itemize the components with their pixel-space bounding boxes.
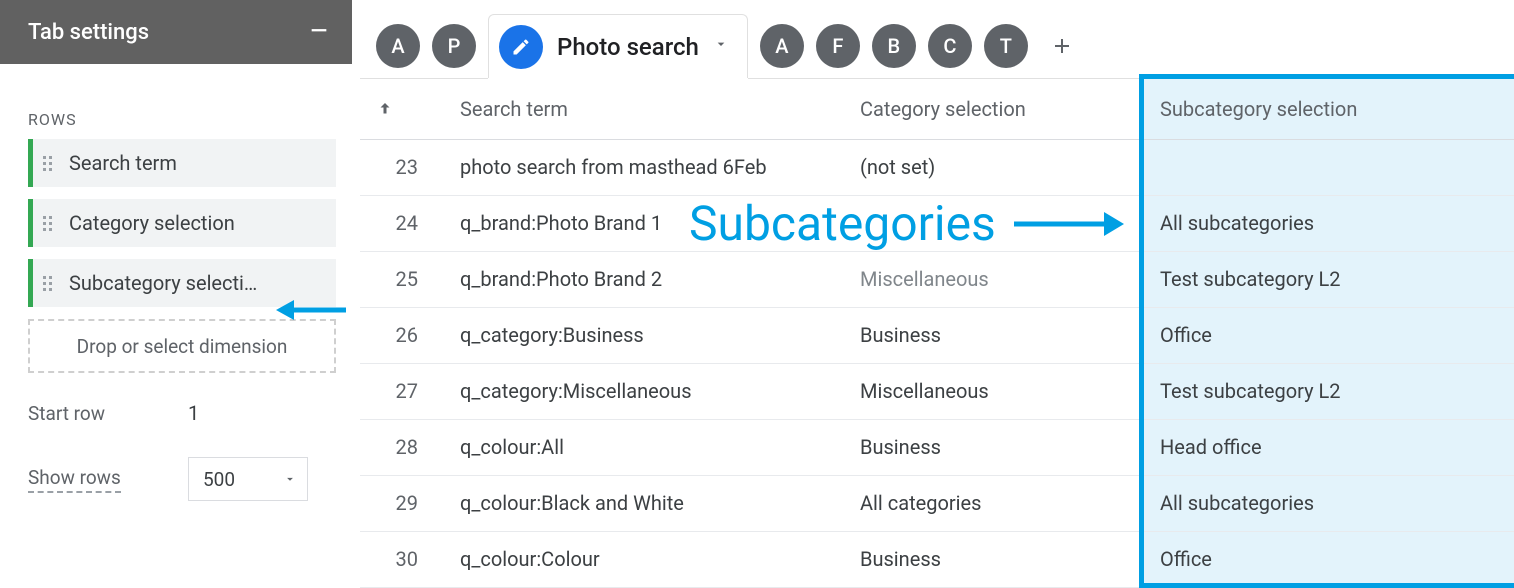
row-chip-search-term[interactable]: Search term — [28, 139, 336, 187]
table-row[interactable]: 28q_colour:AllBusinessHead office — [360, 419, 1514, 475]
cell-subcategory: Office — [1144, 307, 1514, 363]
cell-category: Miscellaneous — [844, 251, 1144, 307]
cell-category: Business — [844, 531, 1144, 587]
drop-zone-label: Drop or select dimension — [77, 335, 288, 358]
col-header-search-term[interactable]: Search term — [444, 79, 844, 139]
tab-circle[interactable]: F — [816, 24, 860, 68]
sidebar-title: Tab settings — [28, 20, 149, 45]
row-index: 24 — [360, 195, 444, 251]
cell-subcategory: All subcategories — [1144, 475, 1514, 531]
table-row[interactable]: 24q_brand:Photo Brand 1 All subcategories — [360, 195, 1514, 251]
cell-category: (not set) — [844, 139, 1144, 195]
start-row-value[interactable]: 1 — [188, 401, 199, 425]
tab-circle[interactable]: P — [432, 24, 476, 68]
table-row[interactable]: 26q_category:BusinessBusinessOffice — [360, 307, 1514, 363]
row-index: 26 — [360, 307, 444, 363]
table-row[interactable]: 27q_category:MiscellaneousMiscellaneousT… — [360, 363, 1514, 419]
cell-search-term: q_colour:Black and White — [444, 475, 844, 531]
col-header-subcategory[interactable]: Subcategory selection — [1144, 79, 1514, 139]
cell-category — [844, 195, 1144, 251]
annotation-arrow-sidebar — [276, 294, 346, 331]
start-row-field: Start row 1 — [0, 401, 352, 425]
cell-search-term: q_brand:Photo Brand 1 — [444, 195, 844, 251]
sidebar-header[interactable]: Tab settings — [0, 0, 352, 64]
cell-category: Miscellaneous — [844, 363, 1144, 419]
show-rows-value: 500 — [203, 468, 235, 491]
active-tab-label: Photo search — [557, 33, 699, 61]
cell-category: All categories — [844, 475, 1144, 531]
cell-subcategory: All subcategories — [1144, 195, 1514, 251]
col-header-category[interactable]: Category selection — [844, 79, 1144, 139]
active-tab-photo-search[interactable]: Photo search — [488, 14, 748, 78]
pencil-icon — [499, 25, 543, 69]
table-row[interactable]: 23photo search from masthead 6Feb(not se… — [360, 139, 1514, 195]
collapse-icon[interactable] — [308, 17, 330, 47]
cell-search-term: q_colour:Colour — [444, 531, 844, 587]
show-rows-label: Show rows — [28, 466, 188, 493]
table-header-row: Search term Category selection Subcatego… — [360, 79, 1514, 139]
rows-section-label: ROWS — [0, 64, 352, 139]
table-row[interactable]: 25q_brand:Photo Brand 2MiscellaneousTest… — [360, 251, 1514, 307]
row-chip-category-selection[interactable]: Category selection — [28, 199, 336, 247]
tab-circle[interactable]: T — [984, 24, 1028, 68]
cell-subcategory: Test subcategory L2 — [1144, 251, 1514, 307]
cell-subcategory: Test subcategory L2 — [1144, 363, 1514, 419]
chevron-down-icon — [283, 472, 297, 486]
tab-circle[interactable]: B — [872, 24, 916, 68]
tab-circle[interactable]: A — [376, 24, 420, 68]
cell-search-term: q_brand:Photo Brand 2 — [444, 251, 844, 307]
main-area: A P Photo search A F B C T — [360, 0, 1514, 588]
drag-handle-icon[interactable] — [43, 156, 57, 171]
data-table: Search term Category selection Subcatego… — [360, 78, 1514, 588]
drag-handle-icon[interactable] — [43, 276, 57, 291]
row-index: 25 — [360, 251, 444, 307]
table-row[interactable]: 29q_colour:Black and WhiteAll categories… — [360, 475, 1514, 531]
row-index: 30 — [360, 531, 444, 587]
cell-subcategory: Office — [1144, 531, 1514, 587]
row-chip-label: Search term — [69, 151, 336, 175]
cell-search-term: photo search from masthead 6Feb — [444, 139, 844, 195]
row-chip-label: Subcategory selecti… — [69, 271, 336, 295]
row-chip-label: Category selection — [69, 211, 336, 235]
drag-handle-icon[interactable] — [43, 216, 57, 231]
cell-subcategory — [1144, 139, 1514, 195]
row-index: 23 — [360, 139, 444, 195]
row-index: 29 — [360, 475, 444, 531]
tab-circle[interactable]: A — [760, 24, 804, 68]
cell-subcategory: Head office — [1144, 419, 1514, 475]
tabs-bar: A P Photo search A F B C T — [360, 0, 1514, 78]
start-row-label: Start row — [28, 402, 188, 425]
table-row[interactable]: 30q_colour:ColourBusinessOffice — [360, 531, 1514, 587]
sort-arrow-header[interactable] — [360, 79, 444, 139]
show-rows-select[interactable]: 500 — [188, 457, 308, 501]
cell-search-term: q_category:Miscellaneous — [444, 363, 844, 419]
cell-category: Business — [844, 419, 1144, 475]
cell-search-term: q_category:Business — [444, 307, 844, 363]
chevron-down-icon[interactable] — [713, 36, 729, 57]
show-rows-field: Show rows 500 — [0, 457, 352, 501]
tab-settings-sidebar: Tab settings ROWS Search term Category s… — [0, 0, 352, 588]
cell-search-term: q_colour:All — [444, 419, 844, 475]
row-index: 27 — [360, 363, 444, 419]
arrow-up-icon — [376, 100, 428, 118]
add-tab-button[interactable] — [1040, 24, 1084, 68]
row-index: 28 — [360, 419, 444, 475]
cell-category: Business — [844, 307, 1144, 363]
tab-circle[interactable]: C — [928, 24, 972, 68]
